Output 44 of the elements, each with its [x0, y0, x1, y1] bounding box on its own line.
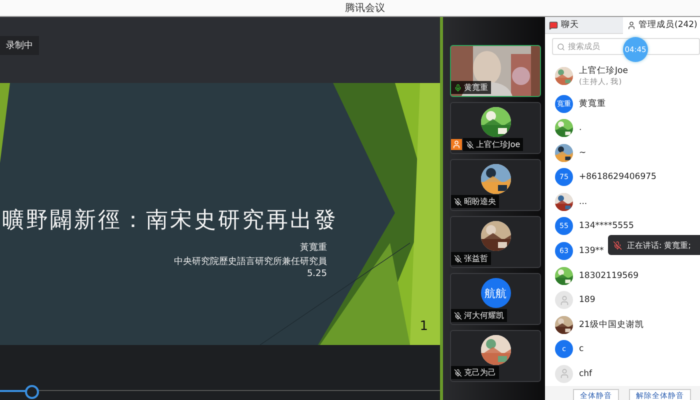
- member-name[interactable]: chf: [579, 368, 592, 379]
- member-name[interactable]: ~: [579, 148, 586, 158]
- slide-date: 5.25: [306, 269, 327, 279]
- chat-icon: [549, 20, 558, 30]
- person-icon: [626, 20, 636, 30]
- progress-handle[interactable]: [24, 385, 39, 399]
- member-name[interactable]: 21级中国史谢凯: [579, 318, 644, 331]
- slide-page-number: 1: [420, 319, 428, 334]
- recording-badge: 录制中: [0, 36, 39, 54]
- window-title: 腾讯会议: [345, 2, 385, 15]
- video-tile[interactable]: 上官仁珍Joe: [450, 102, 541, 154]
- member-name[interactable]: 189: [579, 295, 596, 306]
- slide-title: 曠野闢新徑：南宋史研究再出發: [2, 207, 338, 235]
- member-name[interactable]: c: [579, 344, 584, 354]
- video-tile[interactable]: 张益哲: [450, 216, 541, 268]
- member-name[interactable]: 上官仁珍Joe: [579, 65, 628, 78]
- search-icon: [557, 42, 565, 50]
- participant-name: 昭盼逵央: [451, 195, 499, 208]
- member-name[interactable]: +8618629406975: [579, 172, 656, 182]
- speaking-text: 正在讲话: 黄寬重;: [627, 240, 691, 250]
- slide-author: 黃寬重: [300, 242, 327, 254]
- panel-tab[interactable]: 管理成员(242): [622, 17, 700, 34]
- member-name[interactable]: 黄寬重: [579, 98, 606, 110]
- video-tile[interactable]: 黄寬重: [450, 45, 541, 97]
- member-name[interactable]: 139**: [579, 246, 604, 256]
- participant-name: 克己为己: [451, 366, 499, 379]
- participant-name: 黄寬重: [451, 81, 491, 94]
- video-tile[interactable]: 克己为己: [450, 330, 541, 382]
- participant-name: 河大何耀凯: [451, 309, 507, 322]
- slide-affiliation: 中央研究院歷史語言研究所兼任研究員: [174, 256, 327, 268]
- search-input[interactable]: 搜索成员: [568, 42, 604, 51]
- person-icon: [558, 368, 570, 380]
- avatar: 航航: [480, 278, 510, 308]
- member-name[interactable]: 18302119569: [579, 270, 638, 281]
- video-tile[interactable]: 航航 河大何耀凯: [450, 273, 541, 325]
- panel-tab[interactable]: 聊天: [545, 17, 622, 34]
- member-name[interactable]: .: [579, 123, 582, 134]
- member-name[interactable]: 134****5555: [579, 221, 634, 232]
- mic-muted-icon: [613, 240, 622, 250]
- person-icon: [558, 294, 570, 306]
- participant-name: 张益哲: [451, 252, 491, 265]
- member-name[interactable]: ...: [579, 196, 588, 207]
- video-tile[interactable]: 昭盼逵央: [450, 159, 541, 211]
- participant-name: 上官仁珍Joe: [463, 138, 524, 151]
